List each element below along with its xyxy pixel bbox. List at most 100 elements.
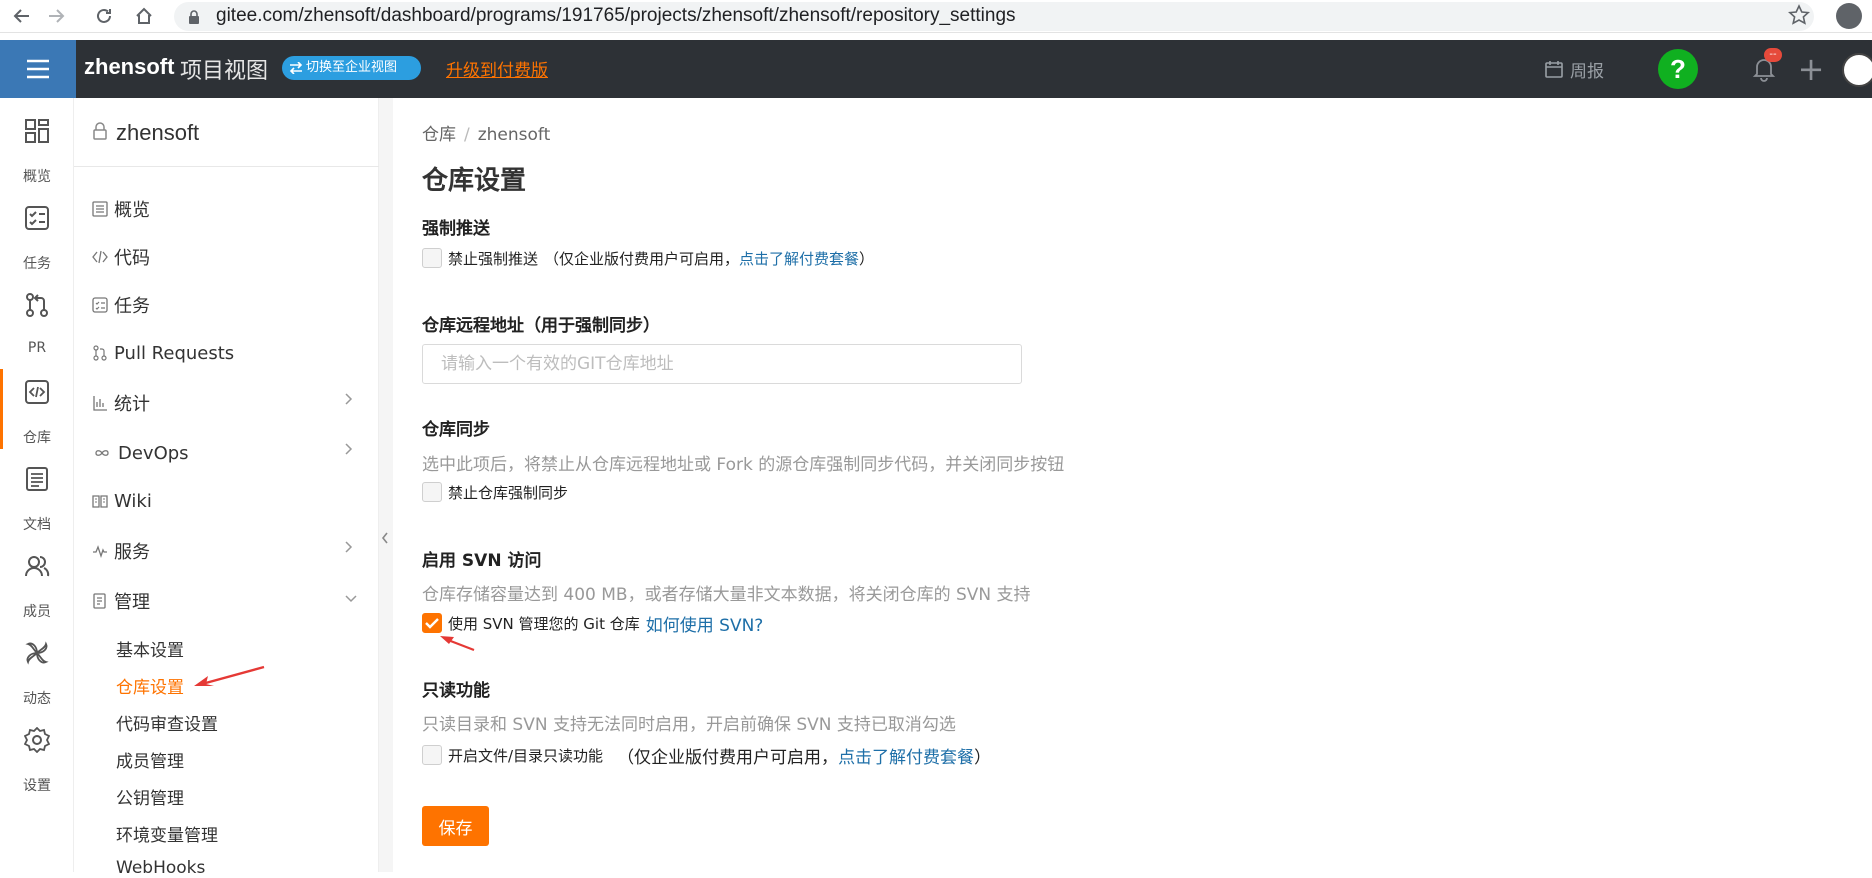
sidebar-item-code[interactable]: 代码 <box>92 242 150 272</box>
chevron-right-icon[interactable] <box>344 442 354 460</box>
svn-row: 使用 SVN 管理您的 Git 仓库 如何使用 SVN? <box>422 611 764 636</box>
sidebar-subitem-env-variables[interactable]: 环境变量管理 <box>116 821 218 846</box>
rail-item-docs[interactable]: 文档 <box>0 456 74 536</box>
sidebar-item-wiki[interactable]: Wiki <box>92 486 152 516</box>
pulse-icon <box>93 545 107 559</box>
reload-icon[interactable] <box>92 4 116 28</box>
sidebar-item-label: Pull Requests <box>114 342 235 364</box>
brand-name[interactable]: zhensoft <box>84 54 174 80</box>
chevron-down-icon[interactable] <box>344 592 358 608</box>
sidebar-subitem-webhooks[interactable]: WebHooks <box>116 858 205 878</box>
rail-label: 设置 <box>23 778 51 794</box>
left-rail: 概览 任务 PR 仓库 文档 成员 动态 设置 <box>0 98 74 872</box>
sidebar-item-overview[interactable]: 概览 <box>92 194 150 224</box>
help-button[interactable]: ? <box>1658 49 1698 89</box>
force-push-title: 强制推送 <box>422 219 490 239</box>
upgrade-link[interactable]: 升级到付费版 <box>446 56 548 81</box>
pull-request-icon <box>93 345 107 361</box>
profile-icon[interactable] <box>1836 3 1862 29</box>
svn-label: 使用 SVN 管理您的 Git 仓库 <box>448 614 640 633</box>
rail-item-settings[interactable]: 设置 <box>0 717 74 797</box>
sidebar-item-label: 统计 <box>114 394 150 415</box>
page-title: 仓库设置 <box>422 166 527 196</box>
note-suffix: ） <box>974 747 992 768</box>
svn-desc: 仓库存储容量达到 400 MB，或者存储大量非文本数据，将关闭仓库的 SVN 支… <box>422 585 1031 605</box>
note-suffix: ） <box>859 249 875 268</box>
sidebar-subitem-code-review-settings[interactable]: 代码审查设置 <box>116 710 218 735</box>
user-avatar[interactable] <box>1842 53 1872 87</box>
rail-item-members[interactable]: 成员 <box>0 543 74 623</box>
sidebar-item-label: 概览 <box>114 200 150 221</box>
hamburger-icon <box>27 59 49 79</box>
calendar-icon <box>1545 61 1563 78</box>
rail-item-overview[interactable]: 概览 <box>0 108 74 188</box>
remote-url-input[interactable] <box>422 344 1022 384</box>
sync-desc: 选中此项后，将禁止从仓库远程地址或 Fork 的源仓库强制同步代码，并关闭同步按… <box>422 455 1065 475</box>
chevron-right-icon[interactable] <box>344 540 354 558</box>
sidebar-item-label: 代码 <box>114 248 150 269</box>
sidebar-item-pull-requests[interactable]: Pull Requests <box>92 338 234 368</box>
rail-item-tasks[interactable]: 任务 <box>0 195 74 275</box>
sidebar-item-stats[interactable]: 统计 <box>92 388 150 418</box>
sync-checkbox[interactable] <box>422 482 442 502</box>
sidebar-item-label: 管理 <box>114 592 150 613</box>
list-icon <box>92 201 108 217</box>
weekly-label: 周报 <box>1570 61 1604 82</box>
rail-item-activity[interactable]: 动态 <box>0 630 74 710</box>
url-text: gitee.com/zhensoft/dashboard/programs/19… <box>216 5 1016 26</box>
rail-label: 任务 <box>23 256 51 272</box>
readonly-label: 开启文件/目录只读功能 <box>448 746 604 765</box>
switch-label: 切换至企业视图 <box>306 60 398 75</box>
annotation-arrow <box>440 636 475 652</box>
svn-help-link[interactable]: 如何使用 SVN? <box>646 611 764 636</box>
annotation-arrow <box>194 665 265 686</box>
lock-icon <box>188 9 200 24</box>
sync-title: 仓库同步 <box>422 420 490 440</box>
rail-label: 成员 <box>23 604 51 620</box>
svn-checkbox[interactable] <box>422 613 442 633</box>
sidebar-item-manage[interactable]: 管理 <box>92 586 150 616</box>
top-header: zhensoft 项目视图 切换至企业视图 升级到付费版 周报 ? -- + <box>0 40 1872 98</box>
breadcrumb-root[interactable]: 仓库 <box>422 125 456 145</box>
task-icon <box>25 206 49 230</box>
sidebar-subitem-repository-settings[interactable]: 仓库设置 <box>116 673 184 698</box>
bar-chart-icon <box>93 396 107 411</box>
readonly-desc: 只读目录和 SVN 支持无法同时启用，开启前确保 SVN 支持已取消勾选 <box>422 715 956 735</box>
code-icon <box>25 380 49 404</box>
switch-enterprise-view-button[interactable]: 切换至企业视图 <box>282 56 421 80</box>
chevron-right-icon[interactable] <box>344 392 354 410</box>
breadcrumb-current[interactable]: zhensoft <box>478 125 551 145</box>
bookmark-star-icon[interactable] <box>1787 4 1812 28</box>
home-icon[interactable] <box>132 4 156 28</box>
rail-label: PR <box>27 340 47 356</box>
collapse-sidebar-icon[interactable] <box>380 530 394 554</box>
weekly-report-button[interactable]: 周报 <box>1544 56 1604 82</box>
sidebar-item-label: DevOps <box>118 442 189 464</box>
pricing-link[interactable]: 点击了解付费套餐 <box>739 248 859 269</box>
sidebar-item-tasks[interactable]: 任务 <box>92 290 150 320</box>
save-button[interactable]: 保存 <box>422 806 489 846</box>
plus-icon[interactable]: + <box>1796 53 1826 85</box>
readonly-row: 开启文件/目录只读功能 （仅企业版付费用户可启用， 点击了解付费套餐） <box>422 743 992 768</box>
forward-icon[interactable] <box>44 4 68 28</box>
rail-item-pr[interactable]: PR <box>0 282 74 362</box>
task-icon <box>92 297 108 313</box>
pull-request-icon <box>26 293 48 317</box>
project-name[interactable]: zhensoft <box>116 120 199 146</box>
force-push-checkbox[interactable] <box>422 248 442 268</box>
manage-icon <box>93 593 106 609</box>
rail-label: 概览 <box>23 169 51 185</box>
sidebar-item-devops[interactable]: DevOps <box>92 438 189 468</box>
checkmark-icon <box>425 618 439 629</box>
pricing-link[interactable]: 点击了解付费套餐 <box>838 743 974 768</box>
back-icon[interactable] <box>10 4 34 28</box>
menu-button[interactable] <box>0 40 76 98</box>
readonly-checkbox[interactable] <box>422 745 442 765</box>
document-icon <box>26 467 48 491</box>
gear-icon <box>24 727 50 753</box>
sidebar-subitem-basic-settings[interactable]: 基本设置 <box>116 636 184 661</box>
sidebar-item-services[interactable]: 服务 <box>92 536 150 566</box>
sidebar-subitem-member-management[interactable]: 成员管理 <box>116 747 184 772</box>
rail-item-repository[interactable]: 仓库 <box>0 369 74 449</box>
sidebar-subitem-public-key-management[interactable]: 公钥管理 <box>116 784 184 809</box>
